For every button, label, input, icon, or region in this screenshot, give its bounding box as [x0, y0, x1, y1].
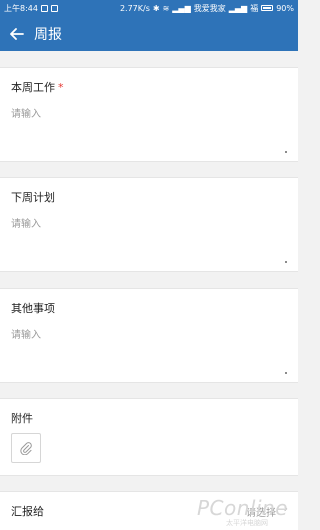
status-bar: 上午8:44 2.77K/s ✱ ≋ ▂▄▆ 我爱我家 ▂▄▆ 福 90% — [0, 0, 298, 16]
mail-icon — [50, 4, 58, 12]
wifi-icon: ≋ — [162, 3, 170, 13]
carrier-2: 福 — [250, 3, 259, 13]
resize-handle — [285, 372, 287, 374]
signal-icon: ▂▄▆ — [172, 3, 191, 13]
carrier-1: 我爱我家 — [193, 3, 226, 13]
other-label: 其他事项 — [11, 302, 55, 315]
resize-handle — [285, 151, 287, 153]
watermark-brand: PConline — [196, 496, 288, 520]
other-input[interactable]: 请输入 — [11, 326, 41, 341]
signal-icon-2: ▂▄▆ — [228, 3, 248, 13]
other-section: 其他事项 请输入 — [0, 288, 298, 383]
battery-icon — [261, 5, 274, 11]
back-button[interactable] — [0, 16, 34, 51]
battery-level: 90% — [276, 3, 294, 13]
next-week-section: 下周计划 请输入 — [0, 177, 298, 272]
attachment-label: 附件 — [11, 412, 33, 425]
report-to-label: 汇报给 — [11, 505, 44, 518]
arrow-left-icon — [10, 27, 24, 40]
bluetooth-icon: ✱ — [152, 3, 160, 13]
app-bar: 周报 — [0, 16, 298, 51]
notification-icon — [40, 4, 48, 12]
next-week-label: 下周计划 — [11, 191, 55, 204]
page-title: 周报 — [34, 26, 62, 43]
resize-handle — [285, 261, 287, 263]
watermark-sub: 太平洋电脑网 — [226, 519, 268, 527]
this-week-section: 本周工作 * 请输入 — [0, 67, 298, 162]
network-speed: 2.77K/s — [119, 3, 150, 13]
this-week-label: 本周工作 * — [11, 81, 64, 94]
paperclip-icon — [20, 442, 32, 455]
status-time: 上午8:44 — [4, 3, 38, 13]
attachment-section: 附件 — [0, 398, 298, 476]
this-week-input[interactable]: 请输入 — [11, 105, 41, 120]
required-mark: * — [58, 81, 64, 94]
next-week-input[interactable]: 请输入 — [11, 215, 41, 230]
add-attachment-button[interactable] — [11, 433, 41, 463]
